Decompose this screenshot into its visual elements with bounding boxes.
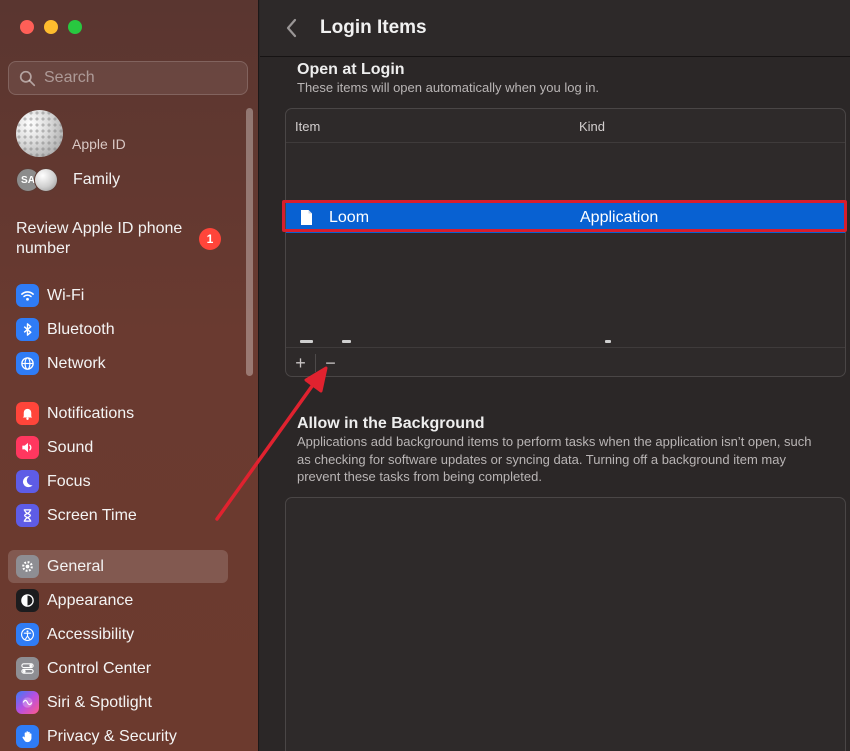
allow-background-title: Allow in the Background (297, 415, 485, 432)
sidebar-item-label: Privacy & Security (47, 727, 177, 745)
avatar (16, 110, 63, 157)
sidebar-item-label: Control Center (47, 659, 152, 677)
siri-icon (16, 691, 39, 714)
sidebar-item-privacy-security[interactable]: Privacy & Security (8, 720, 228, 751)
sidebar-scrollbar[interactable] (246, 108, 253, 376)
table-header: Item Kind (286, 109, 845, 143)
sidebar-item-network[interactable]: Network (8, 347, 228, 380)
back-chevron-icon[interactable] (284, 16, 300, 40)
allow-background-description: Applications add background items to per… (297, 434, 812, 484)
sidebar-item-label: Siri & Spotlight (47, 693, 152, 711)
sidebar-item-label: Focus (47, 472, 91, 490)
main-pane: Login Items Open at Login These items wi… (260, 0, 850, 751)
table-row[interactable]: Loom Application (286, 203, 845, 233)
open-at-login-subtitle: These items will open automatically when… (297, 80, 600, 95)
login-items-table: Item Kind Loom Application + − (285, 108, 846, 377)
hand-icon (16, 725, 39, 748)
review-apple-id-notice[interactable]: Review Apple ID phone number (16, 219, 226, 259)
sidebar-item-label: General (47, 557, 104, 575)
sidebar-item-label: Screen Time (47, 506, 137, 524)
search-input[interactable] (44, 69, 234, 87)
add-login-item-button[interactable]: + (286, 348, 315, 376)
document-icon (301, 210, 312, 225)
close-window-button[interactable] (20, 20, 34, 34)
speaker-icon (16, 436, 39, 459)
page-title: Login Items (320, 17, 427, 38)
sidebar-item-notifications[interactable]: Notifications (8, 397, 228, 430)
accessibility-icon (16, 623, 39, 646)
open-at-login-title: Open at Login (297, 61, 405, 78)
login-item-name: Loom (329, 209, 370, 226)
wifi-icon (16, 284, 39, 307)
globe-icon (16, 352, 39, 375)
moon-icon (16, 470, 39, 493)
appearance-icon (16, 589, 39, 612)
sidebar-item-sound[interactable]: Sound (8, 431, 228, 464)
sidebar-item-label: Bluetooth (47, 320, 115, 338)
sidebar-item-focus[interactable]: Focus (8, 465, 228, 498)
sidebar-item-wifi[interactable]: Wi-Fi (8, 279, 228, 312)
sidebar-item-label: Notifications (47, 404, 135, 422)
sidebar-item-label: Wi-Fi (47, 286, 85, 304)
bell-icon (16, 402, 39, 425)
sidebar-item-siri-spotlight[interactable]: Siri & Spotlight (8, 686, 228, 719)
apple-id-label: Apple ID (72, 135, 126, 152)
family-label: Family (73, 171, 121, 188)
window-controls (20, 20, 82, 34)
background-items-list (285, 497, 846, 751)
apple-id-account[interactable]: Apple ID (16, 110, 126, 157)
column-header-kind[interactable]: Kind (579, 119, 605, 134)
column-header-item[interactable]: Item (295, 119, 320, 134)
family-item[interactable]: SA Family (16, 168, 120, 192)
sidebar-item-label: Network (47, 354, 106, 372)
partially-hidden-row (300, 338, 840, 346)
remove-login-item-button[interactable]: − (316, 348, 345, 376)
gear-icon (16, 555, 39, 578)
sidebar-item-label: Appearance (47, 591, 134, 609)
toggles-icon (16, 657, 39, 680)
notification-badge: 1 (199, 228, 221, 250)
sidebar-item-label: Sound (47, 438, 94, 456)
search-field[interactable] (8, 61, 248, 95)
sidebar-item-control-center[interactable]: Control Center (8, 652, 228, 685)
search-icon (19, 70, 36, 86)
table-footer: + − (286, 347, 845, 376)
sidebar: Apple ID SA Family Review Apple ID phone… (0, 0, 259, 751)
hourglass-icon (16, 504, 39, 527)
sidebar-item-bluetooth[interactable]: Bluetooth (8, 313, 228, 346)
login-item-kind: Application (580, 209, 659, 226)
sidebar-item-appearance[interactable]: Appearance (8, 584, 228, 617)
sidebar-item-screen-time[interactable]: Screen Time (8, 499, 228, 532)
toolbar: Login Items (260, 0, 850, 57)
bluetooth-icon (16, 318, 39, 341)
zoom-window-button[interactable] (68, 20, 82, 34)
sidebar-item-label: Accessibility (47, 625, 135, 643)
minimize-window-button[interactable] (44, 20, 58, 34)
family-avatar (34, 168, 58, 192)
sidebar-item-accessibility[interactable]: Accessibility (8, 618, 228, 651)
sidebar-item-general[interactable]: General (8, 550, 228, 583)
